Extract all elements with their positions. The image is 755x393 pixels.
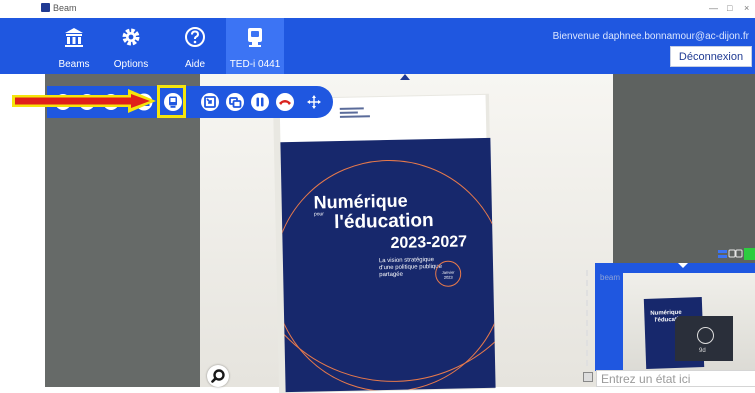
nav-beams[interactable]: Beams xyxy=(47,18,101,74)
windows-icon xyxy=(226,93,244,111)
window-titlebar: Beam — □ × xyxy=(0,0,755,18)
move-arrows-icon xyxy=(307,95,321,109)
nav-robot-ted-i-0441[interactable]: TED-i 0441 xyxy=(226,18,284,74)
help-icon xyxy=(185,27,205,47)
window-title: Beam xyxy=(53,3,77,13)
status-square-icon xyxy=(583,372,593,382)
annotation-red-arrow xyxy=(12,89,156,113)
maximize-button[interactable]: □ xyxy=(727,3,732,13)
brochure-title-small: pour xyxy=(313,211,325,218)
nav-robot-label: TED-i 0441 xyxy=(229,59,281,70)
nav-options[interactable]: Options xyxy=(104,18,158,74)
brochure-title-line2: l'éducation xyxy=(333,210,434,234)
video-wall-left xyxy=(45,74,200,387)
nav-beams-label: Beams xyxy=(58,59,90,70)
toolbar-button-screen-share[interactable] xyxy=(225,92,245,112)
gear-icon xyxy=(122,28,140,46)
brochure-subtitle-line: partagée xyxy=(379,271,403,279)
welcome-message: Bienvenue daphnee.bonnamour@ac-dijon.fr xyxy=(552,31,749,42)
brochure-cover: Numérique pour l'éducation 2023-2027 La … xyxy=(280,137,496,393)
top-navigation: Beams Options Aide TED-i 0441 Bienvenue … xyxy=(0,18,755,74)
audio-level-indicator xyxy=(718,248,755,260)
robot-icon xyxy=(248,28,262,47)
self-view-robot-label: 9d xyxy=(699,348,706,354)
zoom-button[interactable] xyxy=(207,365,229,387)
logout-button[interactable]: Déconnexion xyxy=(670,46,752,67)
nav-aide-label: Aide xyxy=(184,59,205,70)
beam-app-icon xyxy=(41,3,50,12)
toolbar-button-pause[interactable] xyxy=(250,92,270,112)
self-view-doc-title1: Numérique xyxy=(650,309,682,317)
nav-options-label: Options xyxy=(113,59,149,70)
self-view-robot-status: 9d xyxy=(675,316,733,361)
hang-up-icon xyxy=(276,93,294,111)
toolbar-button-hang-up[interactable] xyxy=(275,92,295,112)
nav-aide[interactable]: Aide xyxy=(168,18,222,74)
close-button[interactable]: × xyxy=(744,3,749,13)
self-view-resize-edge[interactable] xyxy=(586,270,588,366)
brochure-subtitle-line: d'une politique publique xyxy=(379,263,442,272)
annotation-highlight-box xyxy=(157,85,186,118)
collapse-header-tab[interactable] xyxy=(400,74,410,80)
clock-icon xyxy=(697,327,714,344)
minimize-button[interactable]: — xyxy=(709,3,718,13)
toolbar-move-handle[interactable] xyxy=(304,92,324,112)
brochure-subtitle: La vision stratégique d'une politique pu… xyxy=(379,257,442,279)
self-view-brand: beam xyxy=(600,273,621,282)
badge-year: 2023 xyxy=(443,274,453,280)
beams-building-icon xyxy=(65,28,83,47)
self-view-dropdown-icon[interactable] xyxy=(678,263,688,268)
status-input[interactable] xyxy=(596,370,755,387)
fullscreen-icon xyxy=(201,93,219,111)
toolbar-button-fullscreen[interactable] xyxy=(200,92,220,112)
self-view-panel[interactable]: beam Numérique l'éducation 9d xyxy=(595,263,755,371)
magnifier-icon xyxy=(211,369,225,383)
pause-icon xyxy=(251,93,269,111)
brochure-years: 2023-2027 xyxy=(390,233,468,252)
